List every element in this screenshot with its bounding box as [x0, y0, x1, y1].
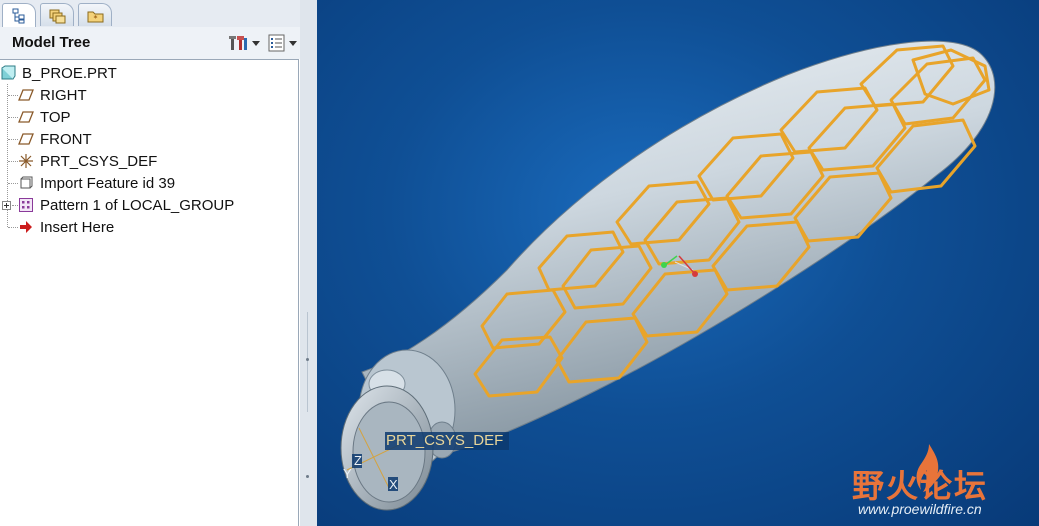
model-tree-icon — [12, 8, 25, 24]
chevron-down-icon — [289, 40, 297, 46]
tree-connector — [8, 183, 18, 184]
datum-plane-icon — [18, 109, 34, 125]
forum-url: www.proewildfire.cn — [858, 501, 982, 517]
sash-grip — [306, 475, 309, 478]
tree-item-label: B_PROE.PRT — [22, 64, 117, 82]
tree-connector — [8, 95, 18, 96]
insert-arrow-icon — [18, 219, 34, 235]
folder-browser-tab[interactable] — [40, 3, 74, 26]
tree-item-top[interactable]: TOP — [18, 106, 71, 128]
axis-x-label: X — [389, 477, 398, 492]
expand-icon[interactable] — [2, 200, 11, 210]
tree-item-right[interactable]: RIGHT — [18, 84, 87, 106]
tree-item-label: PRT_CSYS_DEF — [40, 152, 158, 170]
sash-groove — [307, 312, 308, 412]
tree-item-label: Insert Here — [40, 218, 115, 236]
datum-plane-icon — [18, 87, 34, 103]
left-panel: * Model Tree B_PROE.PRT RIGHT TOP FRONT … — [0, 0, 309, 526]
tree-item-front[interactable]: FRONT — [18, 128, 92, 150]
datum-plane-icon — [18, 131, 34, 147]
chevron-down-icon — [252, 40, 260, 46]
axis-z-label: Z — [354, 453, 362, 468]
svg-text:*: * — [94, 14, 98, 23]
csys-label: PRT_CSYS_DEF — [386, 432, 504, 449]
tools-icon — [229, 36, 247, 50]
favorites-tab[interactable]: * — [78, 3, 112, 26]
tree-item-import-feature[interactable]: Import Feature id 39 — [18, 172, 175, 194]
model-tree-tab[interactable] — [2, 3, 36, 28]
panel-title: Model Tree — [12, 34, 91, 51]
list-icon — [268, 34, 285, 52]
tree-connector — [8, 161, 18, 162]
axis-y-label: Y — [343, 466, 352, 481]
tree-item-label: Import Feature id 39 — [40, 174, 176, 192]
model-tree: B_PROE.PRT RIGHT TOP FRONT PRT_CSYS_DEF — [0, 59, 299, 526]
tree-connector — [8, 117, 18, 118]
tree-item-pattern[interactable]: Pattern 1 of LOCAL_GROUP — [2, 194, 234, 216]
tree-item-insert-here[interactable]: Insert Here — [18, 216, 114, 238]
pattern-icon — [18, 197, 34, 213]
tree-display-button[interactable] — [268, 33, 297, 53]
tree-item-label: FRONT — [40, 130, 92, 148]
tree-item-part[interactable]: B_PROE.PRT — [0, 62, 117, 84]
tree-item-label: TOP — [40, 108, 71, 126]
import-feature-icon — [18, 175, 34, 191]
panel-sash[interactable] — [300, 0, 317, 526]
folder-browser-icon — [49, 9, 66, 24]
model-tree-header: Model Tree — [0, 27, 309, 59]
favorites-folder-icon: * — [87, 11, 104, 23]
tree-settings-button[interactable] — [229, 33, 260, 53]
navigator-tabs: * — [0, 0, 309, 28]
tree-connector — [8, 139, 18, 140]
tree-connector — [8, 227, 18, 228]
csys-icon — [18, 153, 34, 169]
tree-item-csys[interactable]: PRT_CSYS_DEF — [18, 150, 157, 172]
tree-item-label: RIGHT — [40, 86, 87, 104]
tree-item-label: Pattern 1 of LOCAL_GROUP — [40, 196, 235, 214]
graphics-viewport[interactable]: PRT_CSYS_DEF Z Y X 野火论坛 www.proewildfire… — [317, 0, 1039, 526]
part-icon — [0, 65, 16, 81]
sash-grip — [306, 358, 309, 361]
